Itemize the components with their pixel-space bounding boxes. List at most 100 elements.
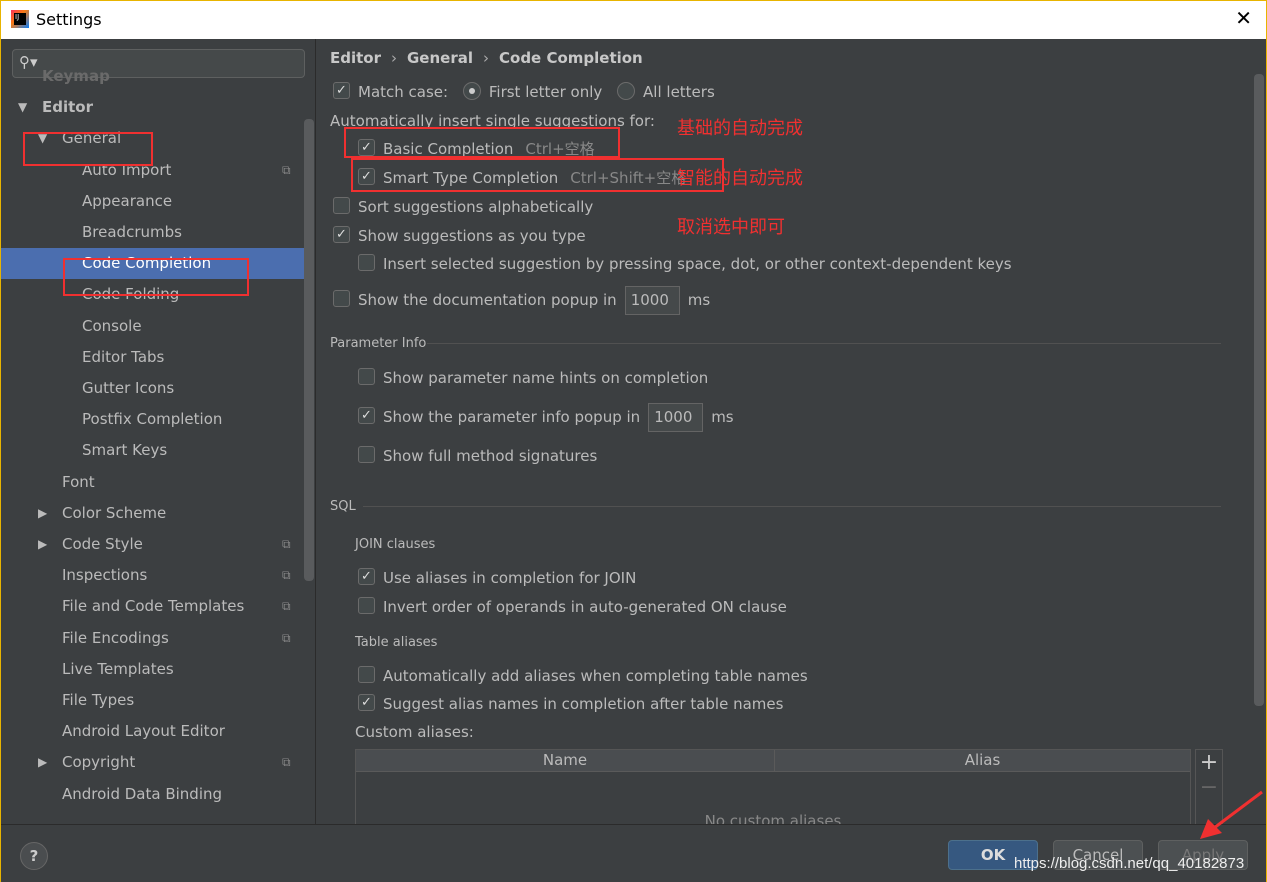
sidebar-item-copyright[interactable]: ▶ Copyright ⧉ bbox=[1, 747, 304, 778]
match-case-checkbox[interactable]: ✓ bbox=[333, 82, 350, 99]
sidebar-item-editor-tabs[interactable]: Editor Tabs bbox=[1, 342, 304, 373]
project-level-icon: ⧉ bbox=[282, 162, 291, 177]
custom-aliases-table: Name Alias No custom aliases bbox=[355, 749, 1191, 830]
suggest-label: Suggest alias names in completion after … bbox=[383, 695, 784, 713]
breadcrumb-editor[interactable]: Editor bbox=[330, 49, 381, 67]
watermark: https://blog.csdn.net/qq_40182873 bbox=[1014, 855, 1245, 872]
close-icon[interactable]: ✕ bbox=[1235, 6, 1252, 30]
param-popup-checkbox[interactable]: ✓ bbox=[358, 407, 375, 424]
join-clauses-heading: JOIN clauses bbox=[355, 537, 436, 552]
sidebar-item-gutter-icons[interactable]: Gutter Icons bbox=[1, 373, 304, 404]
sidebar-item-inspections[interactable]: Inspections ⧉ bbox=[1, 560, 304, 591]
doc-popup-checkbox[interactable] bbox=[333, 290, 350, 307]
suggest-row[interactable]: ✓ Suggest alias names in completion after… bbox=[358, 693, 783, 715]
sidebar-item-label: Android Data Binding bbox=[62, 784, 223, 803]
sort-label: Sort suggestions alphabetically bbox=[358, 198, 594, 216]
sidebar-item-live-templates[interactable]: Live Templates bbox=[1, 654, 304, 685]
sidebar-item-keymap[interactable]: Keymap bbox=[1, 61, 304, 92]
sidebar-item-breadcrumbs[interactable]: Breadcrumbs bbox=[1, 217, 304, 248]
divider bbox=[363, 506, 1221, 507]
insert-space-row[interactable]: Insert selected suggestion by pressing s… bbox=[358, 253, 1012, 275]
param-popup-unit: ms bbox=[711, 408, 734, 426]
project-level-icon: ⧉ bbox=[282, 630, 291, 645]
annotation-basic: 基础的自动完成 bbox=[677, 118, 803, 139]
sidebar-item-label: Postfix Completion bbox=[82, 410, 223, 429]
invert-row[interactable]: Invert order of operands in auto-generat… bbox=[358, 596, 787, 618]
sidebar-item-smart-keys[interactable]: Smart Keys bbox=[1, 435, 304, 466]
sidebar-item-label: Font bbox=[62, 472, 95, 491]
all-letters-radio[interactable] bbox=[617, 81, 636, 100]
match-case-label: Match case: bbox=[358, 83, 449, 101]
sidebar-item-label: Color Scheme bbox=[62, 503, 167, 522]
sidebar-item-label: Console bbox=[82, 316, 142, 335]
content-scrollbar[interactable] bbox=[1254, 74, 1264, 706]
auto-add-label: Automatically add aliases when completin… bbox=[383, 667, 808, 685]
dialog-footer: ? OK Cancel Apply https://blog.csdn.net/… bbox=[1, 824, 1266, 882]
param-hints-checkbox[interactable] bbox=[358, 368, 375, 385]
sidebar-item-editor[interactable]: ▼ Editor bbox=[1, 92, 304, 123]
annotation-box-smart bbox=[351, 158, 724, 192]
sidebar-item-file-types[interactable]: File Types bbox=[1, 685, 304, 716]
project-level-icon: ⧉ bbox=[282, 537, 291, 551]
red-arrow-icon bbox=[1200, 790, 1263, 839]
auto-add-row[interactable]: Automatically add aliases when completin… bbox=[358, 665, 808, 687]
doc-popup-delay-input[interactable]: 1000 bbox=[624, 286, 680, 315]
auto-add-checkbox[interactable] bbox=[358, 666, 375, 683]
first-letter-radio[interactable] bbox=[462, 81, 481, 100]
full-signatures-row[interactable]: Show full method signatures bbox=[358, 445, 597, 467]
settings-sidebar: ⚲▾ Keymap ▼ Editor ▼ General Auto Import ⧉ Appe… bbox=[1, 39, 316, 824]
sidebar-item-label: File Types bbox=[62, 691, 135, 709]
insert-space-checkbox[interactable] bbox=[358, 254, 375, 271]
match-case-row: ✓ Match case: First letter only All lette… bbox=[333, 81, 715, 103]
collapsed-arrow-icon[interactable]: ▶ bbox=[38, 529, 47, 560]
breadcrumb-general[interactable]: General bbox=[407, 49, 473, 67]
sidebar-item-label: Android Layout Editor bbox=[62, 722, 225, 741]
sidebar-item-font[interactable]: Font bbox=[1, 467, 304, 498]
column-header-name[interactable]: Name bbox=[356, 750, 775, 772]
sidebar-item-color-scheme[interactable]: ▶ Color Scheme bbox=[1, 498, 304, 529]
use-aliases-checkbox[interactable]: ✓ bbox=[358, 568, 375, 585]
sidebar-item-appearance[interactable]: Appearance bbox=[1, 186, 304, 217]
annotation-box-general bbox=[23, 132, 153, 166]
sort-checkbox[interactable] bbox=[333, 197, 350, 214]
param-hints-row[interactable]: Show parameter name hints on completion bbox=[358, 367, 708, 389]
add-icon[interactable]: + bbox=[1196, 750, 1222, 775]
sidebar-item-android-data-binding[interactable]: Android Data Binding bbox=[1, 779, 304, 810]
divider bbox=[427, 343, 1221, 344]
invert-checkbox[interactable] bbox=[358, 597, 375, 614]
sort-row[interactable]: Sort suggestions alphabetically bbox=[333, 196, 593, 218]
sidebar-item-label: Appearance bbox=[82, 191, 173, 210]
sidebar-item-label: Inspections bbox=[62, 566, 148, 585]
window-title: Settings bbox=[36, 10, 102, 29]
param-popup-delay-input[interactable]: 1000 bbox=[648, 403, 704, 432]
sidebar-item-file-and-code-templates[interactable]: File and Code Templates ⧉ bbox=[1, 591, 304, 622]
sidebar-item-code-style[interactable]: ▶ Code Style ⧉ bbox=[1, 529, 304, 560]
suggest-checkbox[interactable]: ✓ bbox=[358, 694, 375, 711]
collapsed-arrow-icon[interactable]: ▶ bbox=[38, 747, 47, 778]
full-signatures-checkbox[interactable] bbox=[358, 446, 375, 463]
sidebar-item-android-layout-editor[interactable]: Android Layout Editor bbox=[1, 716, 304, 747]
expanded-arrow-icon[interactable]: ▼ bbox=[18, 92, 27, 123]
use-aliases-row[interactable]: ✓ Use aliases in completion for JOIN bbox=[358, 567, 636, 589]
sidebar-item-label: Live Templates bbox=[62, 659, 174, 678]
doc-popup-unit: ms bbox=[687, 291, 711, 309]
show-as-type-checkbox[interactable]: ✓ bbox=[333, 226, 350, 243]
project-level-icon: ⧉ bbox=[282, 599, 291, 614]
annotation-uncheck: 取消选中即可 bbox=[677, 217, 785, 238]
sidebar-scrollbar[interactable] bbox=[304, 119, 314, 581]
full-signatures-label: Show full method signatures bbox=[383, 447, 598, 465]
all-letters-label: All letters bbox=[643, 83, 715, 101]
show-as-type-row[interactable]: ✓ Show suggestions as you type bbox=[333, 225, 586, 247]
param-popup-row: ✓ Show the parameter info popup in 1000 ms bbox=[358, 402, 734, 432]
parameter-info-heading: Parameter Info bbox=[330, 336, 427, 351]
sidebar-item-console[interactable]: Console bbox=[1, 311, 304, 342]
sidebar-item-label: Breadcrumbs bbox=[82, 223, 182, 241]
sidebar-item-file-encodings[interactable]: File Encodings ⧉ bbox=[1, 623, 304, 654]
help-button[interactable]: ? bbox=[20, 842, 48, 870]
sidebar-item-postfix-completion[interactable]: Postfix Completion bbox=[1, 404, 304, 435]
column-header-alias[interactable]: Alias bbox=[775, 750, 1190, 772]
collapsed-arrow-icon[interactable]: ▶ bbox=[38, 498, 47, 529]
sidebar-item-label: Copyright bbox=[62, 753, 136, 772]
annotation-smart: 智能的自动完成 bbox=[677, 168, 803, 189]
intellij-logo-icon: IJ bbox=[11, 10, 29, 28]
